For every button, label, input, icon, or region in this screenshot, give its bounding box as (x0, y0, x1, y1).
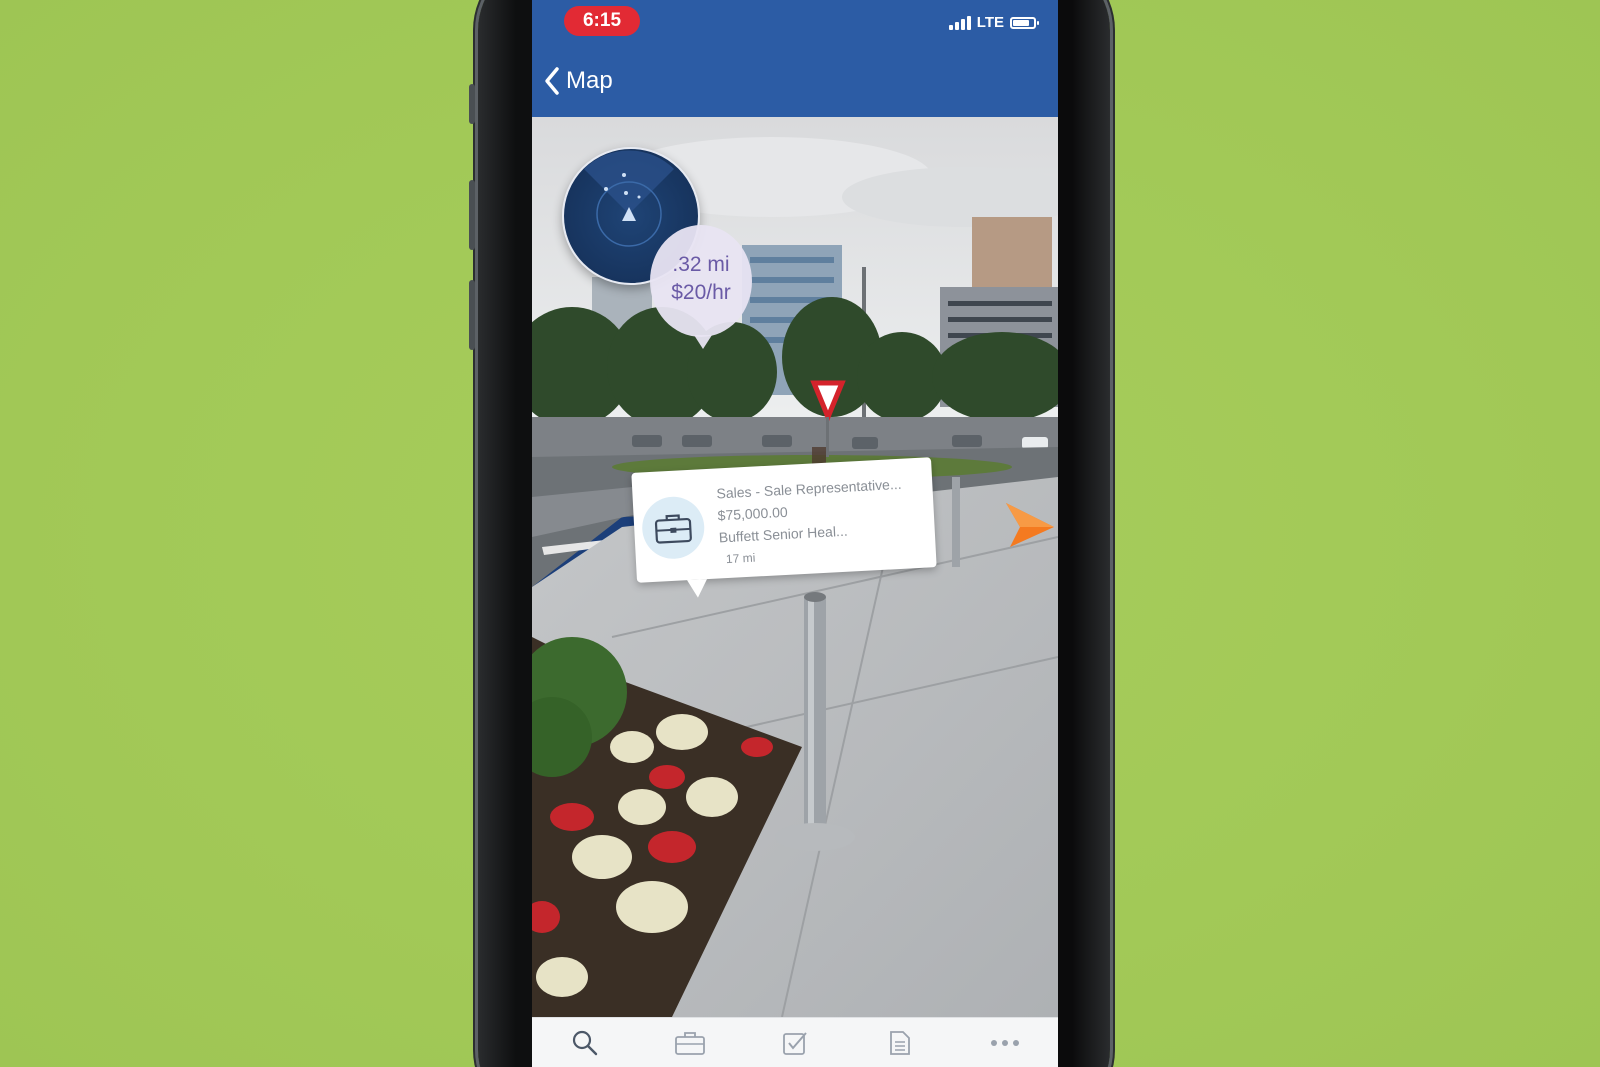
more-icon (991, 1040, 1020, 1046)
job-callout-card[interactable]: Sales - Sale Representative... $75,000.0… (631, 457, 937, 583)
volume-down-button (469, 280, 475, 350)
checkbox-icon (783, 1032, 807, 1055)
volume-up-button (469, 180, 475, 250)
tab-tasks[interactable] (770, 1023, 820, 1063)
tab-bar (532, 1017, 1058, 1067)
tab-jobs[interactable] (665, 1023, 715, 1063)
briefcase-icon (654, 514, 692, 544)
search-icon (572, 1030, 597, 1056)
tab-documents[interactable] (875, 1023, 925, 1063)
job-marker-bubble[interactable]: .32 mi $20/hr (650, 225, 752, 349)
tab-more[interactable] (980, 1023, 1030, 1063)
bollard (804, 597, 826, 837)
direction-arrow[interactable] (1002, 501, 1056, 556)
ar-camera-view[interactable]: .32 mi $20/hr Sales - Sale Representativ… (532, 117, 1058, 1017)
job-details: Sales - Sale Representative... $75,000.0… (716, 472, 930, 571)
signal-icon (948, 15, 971, 30)
background: 6:15 LTE Map .32 mi $20/hr Sales - Sale … (0, 0, 1600, 1067)
arrow-right-icon (1006, 503, 1054, 547)
status-indicators: LTE (948, 14, 1039, 31)
battery-icon (1010, 16, 1039, 29)
briefcase-icon (674, 1032, 705, 1055)
marker-distance: .32 mi (672, 253, 730, 276)
marker-rate: $20/hr (671, 281, 731, 304)
status-time: 6:15 (564, 6, 640, 36)
document-icon (890, 1031, 911, 1055)
back-button-label: Map (566, 67, 613, 94)
network-label: LTE (976, 14, 1004, 31)
mute-switch (469, 84, 475, 124)
chevron-left-icon (545, 67, 559, 95)
phone-screen: 6:15 LTE Map .32 mi $20/hr Sales - Sale … (532, 0, 1058, 1067)
job-icon-container (640, 495, 706, 561)
navigation-bar: 6:15 LTE Map (532, 0, 1058, 117)
tab-search[interactable] (560, 1023, 610, 1063)
back-button[interactable]: Map (544, 66, 613, 96)
